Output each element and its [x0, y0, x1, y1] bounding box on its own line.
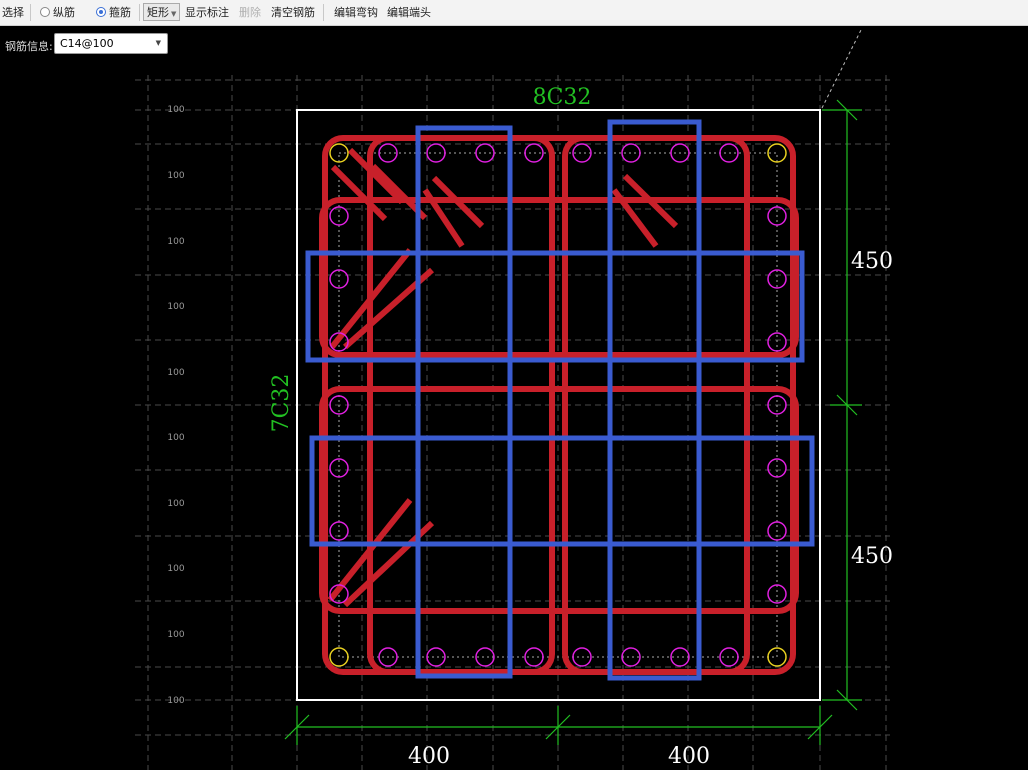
- spacing-label: 100: [167, 499, 184, 509]
- dim-label-bottom-right: 400: [668, 744, 710, 769]
- top-rebar-label[interactable]: 8C32: [533, 85, 592, 110]
- outline-extension-line: [821, 27, 863, 109]
- delete-button[interactable]: 删除: [239, 0, 261, 25]
- toolbar: 选择 纵筋 箍筋 矩形 ▼ 显示标注 删除 清空钢筋 编辑弯钩 编辑端头: [0, 0, 1028, 26]
- spacing-label: 100: [167, 696, 184, 706]
- side-rebar-label[interactable]: 7C32: [269, 374, 294, 433]
- spacing-label: 100: [167, 105, 184, 115]
- radio-on-icon: [96, 7, 106, 17]
- dim-label-right-bottom: 450: [851, 544, 893, 569]
- stirrup-label: 箍筋: [109, 6, 131, 19]
- spacing-label: 100: [167, 630, 184, 640]
- radio-off-icon: [40, 7, 50, 17]
- dim-label-bottom-left: 400: [408, 744, 450, 769]
- blue-stirrups: [305, 119, 815, 681]
- spacing-label: 100: [167, 564, 184, 574]
- dim-label-right-top: 450: [851, 249, 893, 274]
- drawing-canvas[interactable]: 100 100 100 100 100 100 100 100 100 100 8C32 7C32…: [0, 25, 1028, 770]
- spacing-label: 100: [167, 368, 184, 378]
- longitudinal-radio[interactable]: 纵筋: [40, 0, 75, 25]
- spacing-label: 100: [167, 302, 184, 312]
- rebar-editor: 选择 纵筋 箍筋 矩形 ▼ 显示标注 删除 清空钢筋 编辑弯钩 编辑端头 钢筋信息…: [0, 0, 1028, 770]
- toolbar-divider: [30, 4, 31, 21]
- spacing-label: 100: [167, 237, 184, 247]
- toolbar-divider: [139, 4, 140, 21]
- edit-end-button[interactable]: 编辑端头: [387, 0, 431, 25]
- longitudinal-label: 纵筋: [53, 6, 75, 19]
- toolbar-divider: [323, 4, 324, 21]
- edit-hook-button[interactable]: 编辑弯钩: [334, 0, 378, 25]
- stirrup-radio[interactable]: 箍筋: [96, 0, 131, 25]
- stirrup-lower-horizontal[interactable]: [319, 386, 799, 614]
- shape-dropdown[interactable]: 矩形 ▼: [143, 3, 181, 21]
- spacing-label: 100: [167, 433, 184, 443]
- show-annotation-button[interactable]: 显示标注: [185, 0, 229, 25]
- stirrup-upper-horizontal[interactable]: [319, 197, 799, 358]
- clear-rebar-button[interactable]: 清空钢筋: [271, 0, 315, 25]
- shape-dropdown-value: 矩形: [147, 6, 169, 19]
- select-tool[interactable]: 选择: [2, 0, 24, 25]
- chevron-down-icon: ▼: [171, 10, 177, 18]
- spacing-label: 100: [167, 171, 184, 181]
